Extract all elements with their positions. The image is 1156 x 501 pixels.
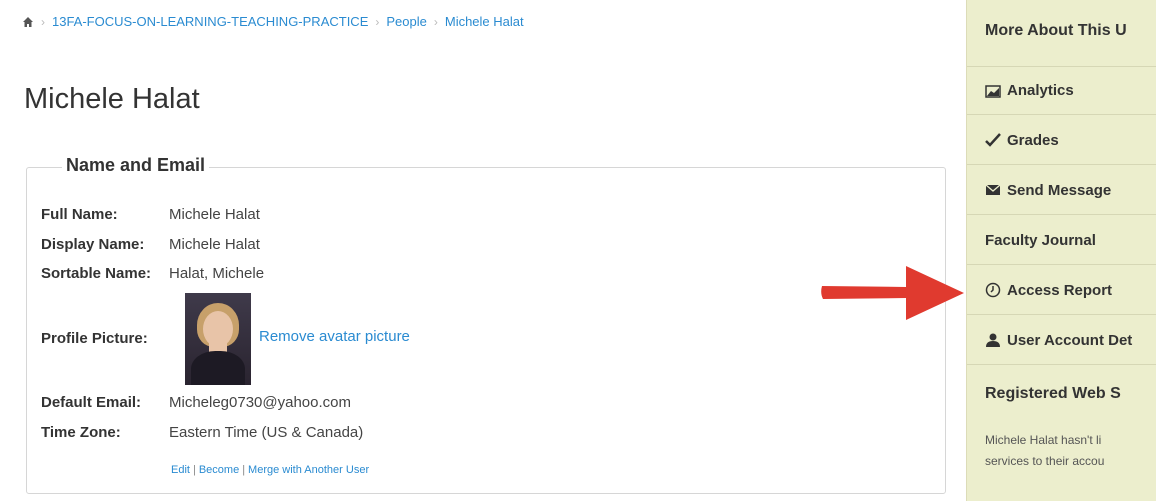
sidebar-item-label: Access Report: [1007, 281, 1113, 299]
full-name-row: Full Name:: [41, 206, 118, 223]
sortable-name-value: Halat, Michele: [169, 265, 265, 282]
sidebar: More About This U Analytics Grades Send …: [966, 0, 1156, 501]
name-email-legend: Name and Email: [62, 155, 210, 176]
sidebar-item-label: Analytics: [1007, 82, 1074, 99]
user-actions-links: Edit | Become | Merge with Another User: [171, 464, 370, 476]
registered-services-line: services to their accou: [985, 454, 1105, 468]
default-email-label: Default Email:: [41, 394, 142, 411]
main-content: › 13FA-FOCUS-ON-LEARNING-TEACHING-PRACTI…: [0, 0, 964, 501]
sidebar-item-faculty-journal[interactable]: Faculty Journal: [967, 216, 1156, 265]
edit-link[interactable]: Edit: [171, 464, 190, 476]
display-name-row: Display Name:: [41, 236, 144, 253]
breadcrumb: › 13FA-FOCUS-ON-LEARNING-TEACHING-PRACTI…: [22, 14, 524, 29]
sidebar-item-label: Faculty Journal: [985, 231, 1096, 249]
default-email-row: Default Email:: [41, 394, 141, 411]
chart-icon: [985, 84, 1001, 98]
registered-services-heading: Registered Web S: [985, 385, 1121, 402]
clock-icon: [985, 282, 1001, 298]
sidebar-item-grades[interactable]: Grades: [967, 116, 1156, 165]
home-icon[interactable]: [22, 16, 34, 28]
time-zone-row: Time Zone:: [41, 424, 121, 441]
full-name-value: Michele Halat: [169, 206, 260, 223]
breadcrumb-separator-icon: ›: [433, 14, 438, 29]
time-zone-label: Time Zone:: [41, 424, 121, 441]
breadcrumb-people-link[interactable]: People: [386, 14, 426, 29]
envelope-icon: [985, 184, 1001, 195]
page-title: Michele Halat: [24, 83, 200, 115]
sidebar-item-label: User Account Det: [1007, 331, 1133, 349]
profile-picture-label: Profile Picture:: [41, 330, 148, 347]
sidebar-item-send-message[interactable]: Send Message: [967, 166, 1156, 215]
registered-services-line: Michele Halat hasn't li: [985, 433, 1102, 447]
become-link[interactable]: Become: [199, 464, 239, 476]
checkmark-icon: [985, 133, 1001, 147]
display-name-value: Michele Halat: [169, 236, 260, 253]
sidebar-item-label: Grades: [1007, 131, 1059, 149]
time-zone-value: Eastern Time (US & Canada): [169, 424, 364, 441]
breadcrumb-current[interactable]: Michele Halat: [445, 14, 524, 29]
arrow-icon: [821, 266, 964, 320]
sidebar-item-analytics[interactable]: Analytics: [967, 66, 1156, 115]
sidebar-item-access-report[interactable]: Access Report: [967, 266, 1156, 315]
name-email-fieldset: Name and Email Full Name: Michele Halat …: [26, 155, 946, 494]
registered-services-text: Michele Halat hasn't li services to thei…: [985, 430, 1156, 472]
avatar: [185, 293, 251, 385]
breadcrumb-separator-icon: ›: [41, 14, 45, 29]
sidebar-item-user-account-details[interactable]: User Account Det: [967, 316, 1156, 365]
display-name-label: Display Name:: [41, 236, 145, 253]
profile-picture-row: Profile Picture:: [41, 330, 148, 347]
merge-user-link[interactable]: Merge with Another User: [248, 464, 369, 476]
sortable-name-row: Sortable Name:: [41, 265, 151, 282]
sidebar-item-label: Send Message: [1007, 181, 1112, 199]
sidebar-heading: More About This U: [985, 22, 1127, 39]
user-icon: [986, 333, 1000, 347]
default-email-value: Micheleg0730@yahoo.com: [169, 394, 351, 411]
sortable-name-label: Sortable Name:: [41, 265, 152, 282]
remove-avatar-link[interactable]: Remove avatar picture: [259, 328, 410, 345]
full-name-label: Full Name:: [41, 206, 118, 223]
breadcrumb-course-link[interactable]: 13FA-FOCUS-ON-LEARNING-TEACHING-PRACTICE: [52, 14, 368, 29]
breadcrumb-separator-icon: ›: [375, 14, 380, 29]
